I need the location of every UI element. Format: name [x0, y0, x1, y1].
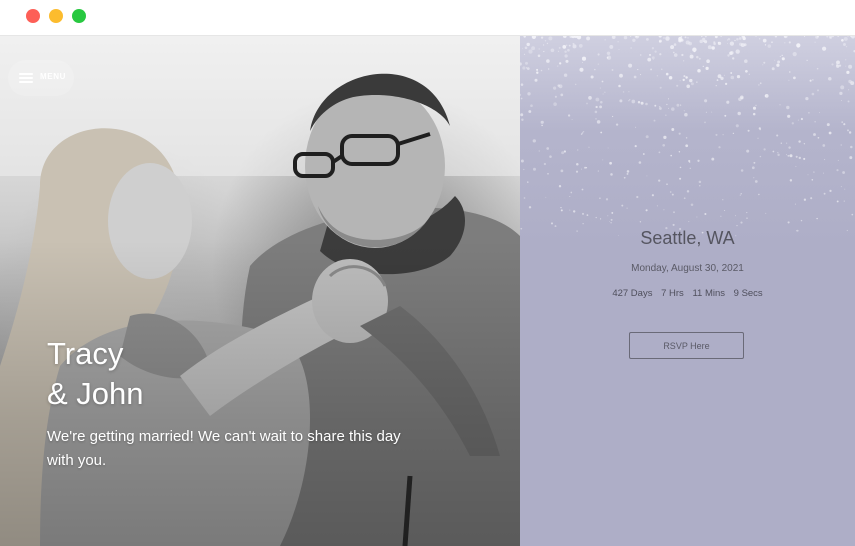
countdown-timer: 427 Days 7 Hrs 11 Mins 9 Secs — [520, 288, 855, 299]
event-location: Seattle, WA — [640, 228, 735, 248]
close-window-button[interactable] — [26, 9, 40, 23]
event-info-panel: Seattle, WA Monday, August 30, 2021 427 … — [520, 36, 855, 546]
minimize-window-button[interactable] — [49, 9, 63, 23]
hero-photo: MENU Tracy & John We're getting married!… — [0, 36, 520, 546]
countdown-hours: 7 Hrs — [661, 288, 684, 299]
name-line-1: Tracy — [47, 336, 124, 371]
title-bar — [0, 0, 855, 36]
rsvp-button[interactable]: RSVP Here — [629, 332, 744, 359]
countdown-secs: 9 Secs — [733, 288, 763, 299]
countdown-mins: 11 Mins — [692, 288, 725, 299]
couple-names: Tracy & John — [47, 334, 144, 414]
maximize-window-button[interactable] — [72, 9, 86, 23]
menu-label: MENU — [40, 72, 66, 81]
hero-tagline: We're getting married! We can't wait to … — [47, 428, 401, 469]
event-date: Monday, August 30, 2021 — [631, 263, 744, 274]
glitter-fade — [520, 36, 855, 246]
name-line-2: & John — [47, 376, 144, 411]
browser-window: MENU Tracy & John We're getting married!… — [0, 0, 855, 546]
hamburger-icon — [19, 72, 33, 84]
menu-button[interactable]: MENU — [8, 60, 74, 96]
countdown-days: 427 Days — [612, 288, 653, 299]
